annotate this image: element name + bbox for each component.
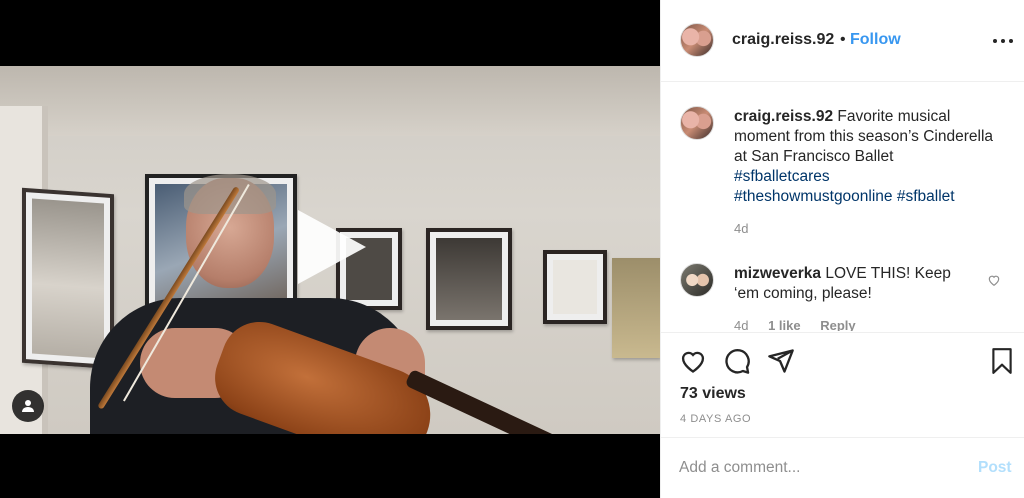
wall-frame: [426, 228, 512, 330]
hashtag-link[interactable]: #sfballet: [897, 188, 955, 205]
post-button[interactable]: Post: [978, 459, 1012, 477]
play-icon[interactable]: [298, 210, 366, 284]
comment: mizweverka LOVE THIS! Keep ‘em coming, p…: [734, 264, 974, 304]
follow-button[interactable]: Follow: [850, 31, 901, 49]
caption-username[interactable]: craig.reiss.92: [734, 108, 833, 125]
avatar[interactable]: [680, 106, 714, 140]
wall-frame: [543, 250, 607, 324]
post-date[interactable]: 4 DAYS AGO: [680, 413, 751, 425]
view-count[interactable]: 73 views: [680, 385, 746, 403]
avatar[interactable]: [680, 23, 714, 57]
comment-timestamp[interactable]: 4d: [734, 318, 748, 331]
more-horizontal-icon[interactable]: [993, 34, 1013, 48]
post-header: craig.reiss.92 • Follow: [661, 0, 1024, 82]
comment-meta: 4d 1 like Reply: [734, 318, 872, 331]
comments-list[interactable]: craig.reiss.92 Favorite musical moment f…: [661, 83, 1024, 331]
comment-icon[interactable]: [723, 347, 751, 375]
bookmark-icon[interactable]: [989, 347, 1015, 375]
comment-likes[interactable]: 1 like: [768, 318, 801, 331]
user-icon: [22, 400, 34, 412]
video-ceiling: [0, 66, 660, 136]
action-bar: 73 views 4 DAYS AGO: [661, 332, 1024, 436]
caption: craig.reiss.92 Favorite musical moment f…: [734, 107, 1002, 207]
violin-neck: [404, 368, 576, 434]
heart-icon[interactable]: [679, 347, 707, 375]
comment-input[interactable]: [679, 456, 959, 480]
video-pane: [0, 0, 660, 498]
reply-button[interactable]: Reply: [820, 318, 855, 331]
hashtag-link[interactable]: #sfballetcares: [734, 168, 830, 185]
share-icon[interactable]: [767, 347, 795, 375]
tagged-users-button[interactable]: [12, 390, 44, 422]
comment-composer: Post: [661, 437, 1024, 498]
avatar[interactable]: [680, 263, 714, 297]
heart-icon[interactable]: [987, 273, 1001, 287]
comment-username[interactable]: mizweverka: [734, 265, 821, 282]
separator-dot: •: [840, 31, 846, 48]
post-sidebar: craig.reiss.92 • Follow craig.reiss.92 F…: [660, 0, 1024, 498]
hashtag-link[interactable]: #theshowmustgoonline: [734, 188, 893, 205]
wall-frame: [612, 258, 660, 358]
caption-timestamp[interactable]: 4d: [734, 221, 748, 236]
author-username[interactable]: craig.reiss.92: [732, 31, 834, 49]
